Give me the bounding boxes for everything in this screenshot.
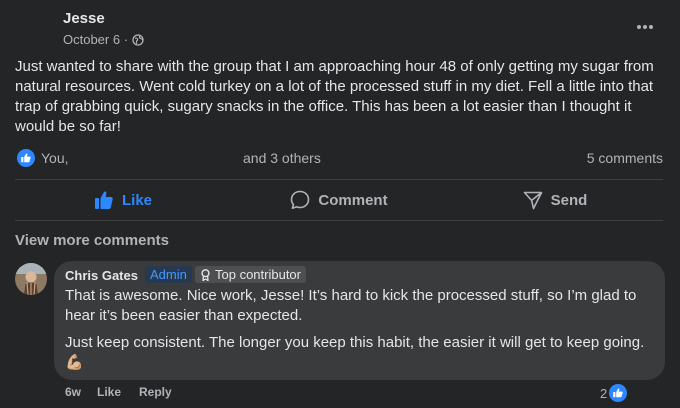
top-contributor-badge[interactable]: Top contributor <box>195 266 306 283</box>
post-action-bar: Like Comment Send <box>15 181 663 219</box>
comment-reaction-count: 2 <box>600 385 608 401</box>
comment-text-paragraph: Just keep consistent. The longer you kee… <box>65 334 645 371</box>
award-ribbon-icon <box>201 268 210 281</box>
comment-text-paragraph: That is awesome. Nice work, Jesse! It’s … <box>65 287 637 324</box>
admin-badge: Admin <box>145 266 192 283</box>
comments-count-link[interactable]: 5 comments <box>587 150 663 166</box>
ellipsis-icon <box>637 25 653 29</box>
thumbs-up-icon <box>94 191 113 209</box>
avatar[interactable] <box>15 263 47 295</box>
view-more-comments-link[interactable]: View more comments <box>15 232 169 249</box>
comment-reply-link[interactable]: Reply <box>139 385 172 399</box>
reaction-others[interactable]: and 3 others <box>243 150 321 166</box>
comment-timestamp[interactable]: 6w <box>65 385 81 399</box>
send-button-label: Send <box>550 191 588 209</box>
divider <box>15 179 663 180</box>
post-author-name[interactable]: Jesse <box>63 10 105 27</box>
comment-like-link[interactable]: Like <box>97 385 121 399</box>
like-reaction-icon[interactable] <box>17 149 35 167</box>
send-icon <box>523 191 542 210</box>
comment-button-label: Comment <box>318 191 388 209</box>
comment-button[interactable]: Comment <box>231 181 447 219</box>
divider <box>15 220 663 221</box>
more-options-button[interactable] <box>634 18 656 36</box>
like-button[interactable]: Like <box>15 181 231 219</box>
comment-bubble: Chris Gates Admin Top contributor That i… <box>54 261 665 380</box>
post-text: Just wanted to share with the group that… <box>15 58 654 135</box>
post-meta: October 6 · <box>63 32 144 47</box>
comment-bubble-icon <box>291 190 310 209</box>
post-date[interactable]: October 6 · <box>63 32 128 47</box>
comment-author-name[interactable]: Chris Gates <box>65 268 138 283</box>
reactions-summary: You, and 3 others 5 comments <box>15 147 663 169</box>
comment-reaction-summary[interactable]: 2 <box>600 383 628 403</box>
send-button[interactable]: Send <box>447 181 663 219</box>
like-button-label: Like <box>121 191 152 209</box>
top-contributor-label: Top contributor <box>215 267 301 282</box>
globe-icon <box>132 33 144 46</box>
like-reaction-icon <box>609 384 628 402</box>
reaction-names[interactable]: You, <box>41 150 69 166</box>
